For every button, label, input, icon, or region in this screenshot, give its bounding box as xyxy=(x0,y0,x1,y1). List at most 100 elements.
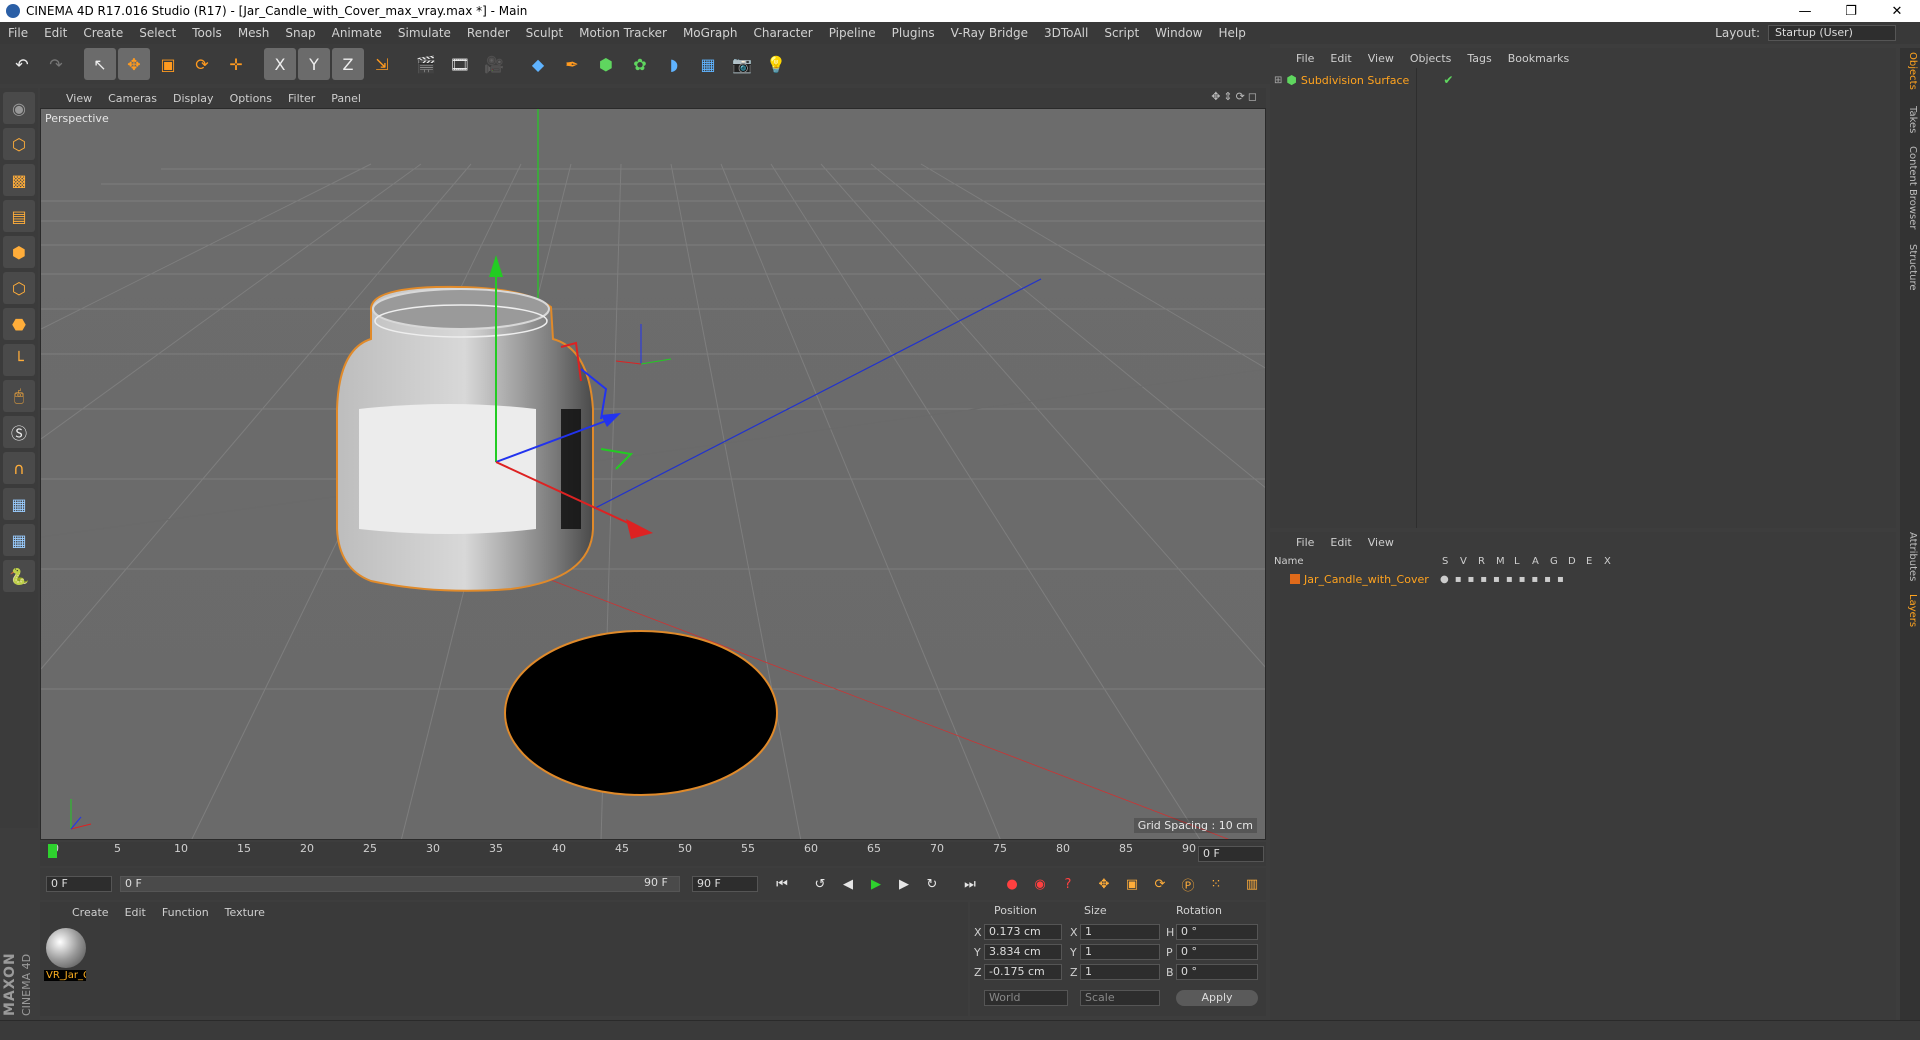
tab-attributes[interactable]: Attributes xyxy=(1902,532,1918,581)
size-mode-select[interactable]: Scale xyxy=(1080,990,1160,1006)
layer-col-x[interactable]: X xyxy=(1604,556,1622,570)
material-menu-create[interactable]: Create xyxy=(64,906,117,919)
material-menu-function[interactable]: Function xyxy=(154,906,217,919)
next-key-icon[interactable]: ↻ xyxy=(920,872,944,896)
camera-icon[interactable]: 📷 xyxy=(726,48,758,80)
position-y-field[interactable]: 3.834 cm xyxy=(984,944,1062,960)
viewport-menu-panel[interactable]: Panel xyxy=(323,92,369,105)
texture-mode-icon[interactable]: ▩ xyxy=(3,164,35,196)
material-menu-edit[interactable]: Edit xyxy=(117,906,154,919)
coordinate-space-select[interactable]: World xyxy=(984,990,1068,1006)
play-icon[interactable]: ▶ xyxy=(864,872,888,896)
workplane-mode-icon[interactable]: ▤ xyxy=(3,200,35,232)
subdivision-surface-icon[interactable]: ⬢ xyxy=(590,48,622,80)
layers-menu-view[interactable]: View xyxy=(1360,536,1402,549)
coordinate-system-icon[interactable]: ⇲ xyxy=(366,48,398,80)
size-y-field[interactable]: 1 xyxy=(1080,944,1160,960)
light-icon[interactable]: 💡 xyxy=(760,48,792,80)
menu-create[interactable]: Create xyxy=(75,22,131,44)
go-to-end-icon[interactable]: ⏭ xyxy=(958,872,982,896)
layers-menu-edit[interactable]: Edit xyxy=(1322,536,1359,549)
layer-col-e[interactable]: E xyxy=(1586,556,1604,570)
rotation-key-icon[interactable]: ⟳ xyxy=(1148,872,1172,896)
tab-structure[interactable]: Structure xyxy=(1902,244,1918,291)
size-z-field[interactable]: 1 xyxy=(1080,964,1160,980)
autokeying-icon[interactable]: ◉ xyxy=(1028,872,1052,896)
current-frame-field[interactable]: 0 F xyxy=(1198,846,1264,862)
menu-3dtoall[interactable]: 3DToAll xyxy=(1036,22,1096,44)
menu-tools[interactable]: Tools xyxy=(184,22,230,44)
solo-icon[interactable]: Ⓢ xyxy=(3,416,35,448)
object-name[interactable]: Subdivision Surface xyxy=(1301,74,1409,87)
position-z-field[interactable]: -0.175 cm xyxy=(984,964,1062,980)
scale-key-icon[interactable]: ▣ xyxy=(1120,872,1144,896)
objects-menu-file[interactable]: File xyxy=(1288,52,1322,65)
previous-frame-icon[interactable]: ◀ xyxy=(836,872,860,896)
expand-icon[interactable]: ⊞ xyxy=(1274,75,1282,86)
layer-col-name[interactable]: Name xyxy=(1274,556,1442,570)
snap-icon[interactable]: ∩ xyxy=(3,452,35,484)
tab-objects[interactable]: Objects xyxy=(1902,52,1918,90)
menu-motion-tracker[interactable]: Motion Tracker xyxy=(571,22,675,44)
menu-vray-bridge[interactable]: V-Ray Bridge xyxy=(943,22,1036,44)
minimize-button[interactable]: — xyxy=(1782,0,1828,22)
layer-name[interactable]: Jar_Candle_with_Cover xyxy=(1304,573,1436,586)
live-selection-icon[interactable]: ✛ xyxy=(220,48,252,80)
menu-window[interactable]: Window xyxy=(1147,22,1210,44)
objects-menu-view[interactable]: View xyxy=(1360,52,1402,65)
objects-menu-tags[interactable]: Tags xyxy=(1459,52,1499,65)
tab-content-browser[interactable]: Content Browser xyxy=(1902,146,1918,229)
viewport-menu-options[interactable]: Options xyxy=(222,92,280,105)
start-frame-field[interactable]: 0 F xyxy=(46,876,112,892)
make-editable-icon[interactable]: ◉ xyxy=(3,92,35,124)
objects-menu-edit[interactable]: Edit xyxy=(1322,52,1359,65)
viewport-menu-display[interactable]: Display xyxy=(165,92,222,105)
perspective-viewport[interactable]: Perspective Grid Spacing : 10 cm xyxy=(40,108,1266,840)
menu-select[interactable]: Select xyxy=(131,22,184,44)
model-mode-icon[interactable]: ⬡ xyxy=(3,128,35,160)
tab-layers[interactable]: Layers xyxy=(1902,594,1918,627)
menu-character[interactable]: Character xyxy=(745,22,820,44)
close-button[interactable]: ✕ xyxy=(1874,0,1920,22)
x-axis-lock-icon[interactable]: X xyxy=(264,48,296,80)
layout-select[interactable]: Startup (User) xyxy=(1768,25,1896,41)
layer-col-l[interactable]: L xyxy=(1514,556,1532,570)
record-active-objects-icon[interactable]: ● xyxy=(1000,872,1024,896)
object-row[interactable]: ⊞ ⬢ Subdivision Surface ✔ xyxy=(1274,72,1453,88)
rotate-tool-icon[interactable]: ⟳ xyxy=(186,48,218,80)
menu-render[interactable]: Render xyxy=(459,22,518,44)
object-check-icon[interactable]: ✔ xyxy=(1443,73,1453,87)
polygons-mode-icon[interactable]: ⬣ xyxy=(3,308,35,340)
layer-color-swatch[interactable] xyxy=(1290,574,1300,584)
tweak-mode-icon[interactable]: 🖱 xyxy=(3,380,35,412)
layers-menu-file[interactable]: File xyxy=(1288,536,1322,549)
edges-mode-icon[interactable]: ⬡ xyxy=(3,272,35,304)
material-thumbnail[interactable]: VR_Jar_C xyxy=(44,926,88,984)
point-level-key-icon[interactable]: ⁙ xyxy=(1204,872,1228,896)
layer-col-r[interactable]: R xyxy=(1478,556,1496,570)
menu-script[interactable]: Script xyxy=(1096,22,1147,44)
end-frame-field[interactable]: 90 F xyxy=(692,876,758,892)
menu-mesh[interactable]: Mesh xyxy=(230,22,278,44)
layer-col-v[interactable]: V xyxy=(1460,556,1478,570)
position-x-field[interactable]: 0.173 cm xyxy=(984,924,1062,940)
objects-menu-bookmarks[interactable]: Bookmarks xyxy=(1500,52,1577,65)
floor-icon[interactable]: ▦ xyxy=(692,48,724,80)
cube-primitive-icon[interactable]: ◆ xyxy=(522,48,554,80)
timeline-window-icon[interactable]: ▥ xyxy=(1240,872,1264,896)
render-picture-viewer-icon[interactable]: 🎞 xyxy=(444,48,476,80)
rotation-p-field[interactable]: 0 ° xyxy=(1176,944,1258,960)
menu-help[interactable]: Help xyxy=(1210,22,1253,44)
y-axis-lock-icon[interactable]: Y xyxy=(298,48,330,80)
maximize-button[interactable]: ❐ xyxy=(1828,0,1874,22)
tab-takes[interactable]: Takes xyxy=(1902,106,1918,133)
move-tool-icon[interactable]: ✥ xyxy=(118,48,150,80)
python-icon[interactable]: 🐍 xyxy=(3,560,35,592)
render-view-icon[interactable]: 🎬 xyxy=(410,48,442,80)
layer-row[interactable]: Jar_Candle_with_Cover ●▪▪▪▪▪▪▪▪▪ xyxy=(1274,572,1570,586)
viewport-menu-cameras[interactable]: Cameras xyxy=(100,92,165,105)
material-menu-texture[interactable]: Texture xyxy=(217,906,273,919)
undo-icon[interactable]: ↶ xyxy=(6,48,38,80)
rotation-b-field[interactable]: 0 ° xyxy=(1176,964,1258,980)
menu-plugins[interactable]: Plugins xyxy=(884,22,943,44)
